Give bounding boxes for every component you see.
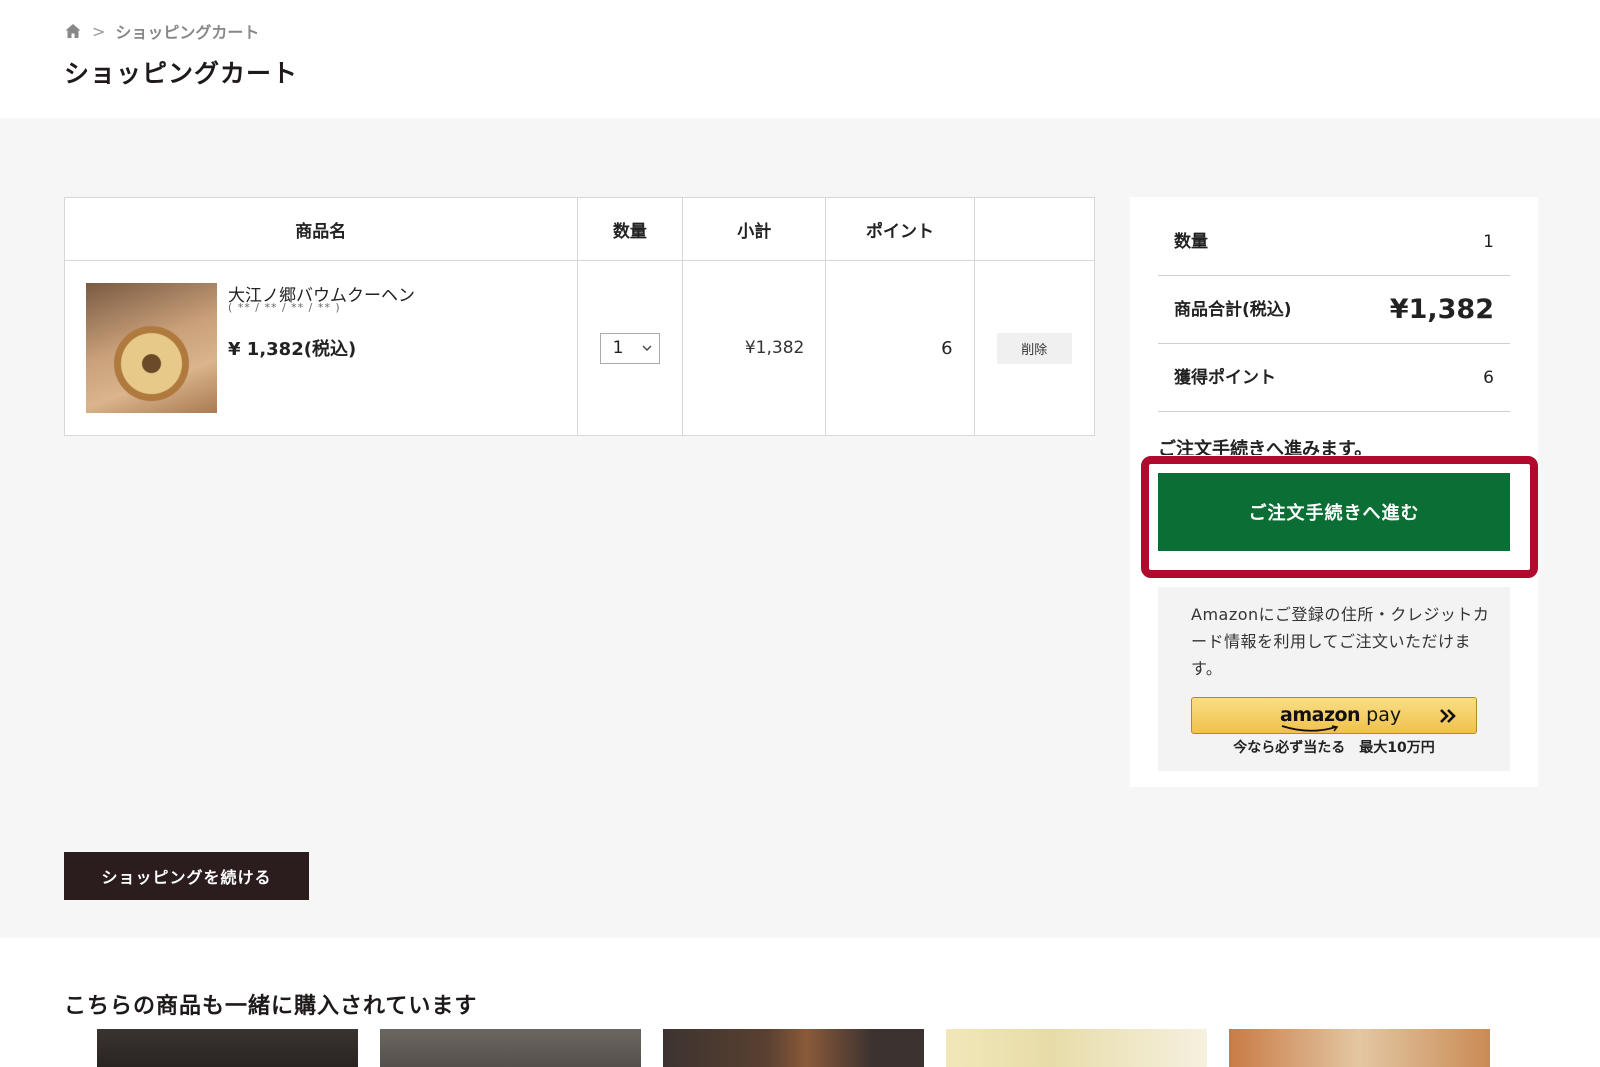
points-value: 6: [825, 260, 975, 436]
delete-button[interactable]: 削除: [996, 332, 1072, 364]
column-header-points: ポイント: [825, 197, 975, 261]
summary-total-label: 商品合計(税込): [1174, 300, 1292, 320]
quantity-cell: 1: [576, 260, 684, 436]
column-header-subtotal: 小計: [682, 197, 827, 261]
recommendation-thumbnail[interactable]: [380, 1029, 641, 1067]
table-header-row: 商品名 数量 小計 ポイント: [64, 197, 1096, 261]
order-summary: 数量 1 商品合計(税込) ¥1,382 獲得ポイント 6 ご注文手続きへ進みま…: [1130, 197, 1538, 787]
quantity-value: 1: [612, 337, 624, 358]
amazon-smile-icon: [1281, 725, 1339, 732]
amazon-pay-button[interactable]: amazon pay: [1191, 697, 1477, 734]
home-icon[interactable]: [64, 22, 82, 40]
recommendation-thumbnail[interactable]: [97, 1029, 358, 1067]
summary-quantity-row: 数量 1: [1158, 209, 1510, 276]
summary-points-label: 獲得ポイント: [1174, 368, 1276, 388]
column-header-actions: [973, 197, 1096, 261]
quantity-select[interactable]: 1: [599, 332, 660, 364]
table-row: 大江ノ郷バウムクーヘン ( ** / ** / ** / ** ) ¥ 1,38…: [64, 260, 1096, 436]
amazon-pay-description: Amazonにご登録の住所・クレジットカード情報を利用してご注文いただけます。: [1191, 605, 1490, 678]
product-cell: 大江ノ郷バウムクーヘン ( ** / ** / ** / ** ) ¥ 1,38…: [64, 260, 578, 436]
product-image[interactable]: [86, 283, 217, 413]
breadcrumb: > ショッピングカート: [64, 20, 259, 42]
amazon-pay-promo: 今なら必ず当たる 最大10万円: [1233, 740, 1435, 756]
breadcrumb-current: ショッピングカート: [115, 23, 260, 42]
double-chevron-icon: [1440, 709, 1456, 723]
column-header-product: 商品名: [64, 197, 578, 261]
product-price: ¥ 1,382(税込): [228, 339, 357, 360]
chevron-down-icon: [642, 345, 652, 351]
cart-table: 商品名 数量 小計 ポイント 大江ノ郷バウムクーヘン ( ** / ** / *…: [64, 197, 1096, 436]
amazon-pay-section: Amazonにご登録の住所・クレジットカード情報を利用してご注文いただけます。 …: [1158, 587, 1510, 771]
recommendation-thumbnail[interactable]: [1229, 1029, 1490, 1067]
summary-total-row: 商品合計(税込) ¥1,382: [1158, 277, 1510, 344]
amazon-pay-logo: amazon pay: [1280, 704, 1402, 726]
summary-quantity-value: 1: [1483, 232, 1494, 252]
summary-total-value: ¥1,382: [1389, 294, 1494, 325]
product-date-placeholder: ( ** / ** / ** / ** ): [228, 301, 341, 314]
subtotal-value: ¥1,382: [682, 260, 827, 436]
recommendation-thumbnail[interactable]: [663, 1029, 924, 1067]
summary-points-value: 6: [1483, 368, 1494, 388]
continue-shopping-button[interactable]: ショッピングを続ける: [64, 852, 309, 900]
page-title: ショッピングカート: [64, 59, 299, 88]
checkout-notice: ご注文手続きへ進みます。: [1158, 439, 1373, 455]
actions-cell: 削除: [973, 260, 1096, 436]
recommendations-heading: こちらの商品も一緒に購入されています: [64, 994, 478, 1019]
breadcrumb-separator: >: [92, 21, 106, 41]
summary-quantity-label: 数量: [1174, 232, 1208, 252]
summary-points-row: 獲得ポイント 6: [1158, 345, 1510, 412]
column-header-quantity: 数量: [576, 197, 684, 261]
recommendation-thumbnail[interactable]: [946, 1029, 1207, 1067]
checkout-highlight: [1141, 456, 1538, 578]
